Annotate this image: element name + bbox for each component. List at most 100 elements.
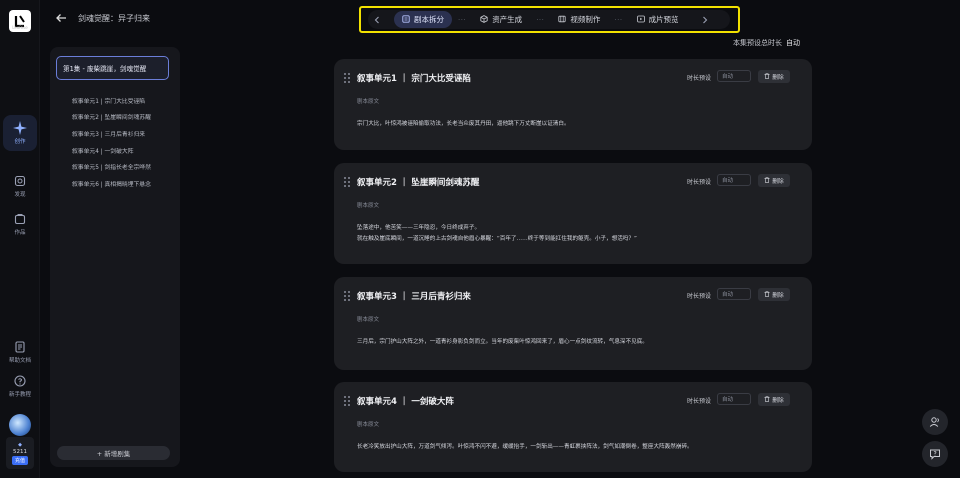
delete-label: 删除: [772, 293, 784, 299]
community-button[interactable]: [922, 409, 948, 435]
unit-list-item[interactable]: 叙事单元4 | 一剑破大阵: [72, 142, 176, 159]
duration-label: 时长预设: [687, 398, 712, 405]
drag-handle-icon[interactable]: [344, 177, 350, 187]
rail-item-label: 发现: [14, 192, 26, 198]
chevron-right-icon[interactable]: [696, 11, 714, 29]
unit-list: 叙事单元1 | 宗门大比受诬陷 叙事单元2 | 坠崖瞬间剑魂苏醒 叙事单元3 |…: [72, 92, 176, 192]
add-episode-button[interactable]: + 新增剧集: [57, 446, 170, 460]
global-duration[interactable]: 本集预设总时长 自动: [733, 38, 800, 48]
workflow-stepper: 剧本拆分 ··· 资产生成 ··· 视频制作 ··· 成片预览: [359, 6, 740, 33]
feedback-button[interactable]: [922, 441, 948, 467]
divider: [750, 396, 751, 403]
card-text: 宗门大比，叶惊鸿被诬陷偷取功法，长老当众废其丹田，逼他跳下万丈断崖以证清白。: [357, 119, 797, 130]
card-text-line: 宗门大比，叶惊鸿被诬陷偷取功法，长老当众废其丹田，逼他跳下万丈断崖以证清白。: [357, 121, 570, 127]
step-script-split[interactable]: 剧本拆分: [394, 11, 452, 28]
narrative-unit-card: 叙事单元3 ｜ 三月后青衫归来 时长预设 自动 删除 剧本原文 三月后，宗门护山…: [334, 277, 812, 370]
card-text-line: 三月后，宗门护山大阵之外，一道青衫身影负剑而立。当年的废柴叶惊鸿回来了，眉心一点…: [357, 339, 648, 345]
step-asset-generation[interactable]: 资产生成: [472, 11, 530, 28]
back-arrow-icon[interactable]: [55, 12, 69, 24]
recharge-button[interactable]: 充值: [11, 455, 28, 465]
avatar[interactable]: [9, 414, 31, 436]
trash-icon: [764, 72, 770, 81]
global-duration-value: 自动: [786, 39, 800, 47]
duration-input[interactable]: 自动: [717, 393, 751, 405]
duration-label: 时长预设: [687, 179, 712, 186]
duration-label: 时长预设: [687, 75, 712, 82]
narrative-unit-card: 叙事单元1 ｜ 宗门大比受诬陷 时长预设 自动 删除 剧本原文 宗门大比，叶惊鸿…: [334, 59, 812, 150]
film-icon: [558, 15, 566, 25]
delete-button[interactable]: 删除: [758, 288, 790, 301]
step-dots: ···: [614, 15, 623, 24]
card-title: 叙事单元4 ｜ 一剑破大阵: [357, 397, 454, 407]
card-text: 三月后，宗门护山大阵之外，一道青衫身影负剑而立。当年的废柴叶惊鸿回来了，眉心一点…: [357, 337, 797, 348]
rail-item-label: 帮助文档: [8, 358, 31, 364]
delete-button[interactable]: 删除: [758, 174, 790, 187]
drag-handle-icon[interactable]: [344, 396, 350, 406]
card-text-line: 坠落途中，他苦笑——三年隐忍，今日终成弃子。: [357, 225, 481, 231]
card-title: 叙事单元1 ｜ 宗门大比受诬陷: [357, 74, 471, 84]
rail-item-works[interactable]: 作品: [3, 206, 37, 242]
rail-item-label: 创作: [14, 139, 26, 145]
step-label: 成片预览: [648, 15, 679, 24]
global-duration-label: 本集预设总时长: [733, 39, 782, 47]
rail-item-help[interactable]: 帮助文档: [3, 334, 37, 370]
step-final-preview[interactable]: 成片预览: [629, 11, 687, 28]
tutorial-icon: [13, 374, 27, 388]
card-title: 叙事单元2 ｜ 坠崖瞬间剑魂苏醒: [357, 178, 480, 188]
diamond-icon: ◆: [18, 441, 22, 448]
sparkle-icon: [13, 121, 27, 135]
discover-icon: [13, 174, 27, 188]
step-dots: ···: [536, 15, 545, 24]
trash-icon: [764, 395, 770, 404]
duration-label: 时长预设: [687, 293, 712, 300]
unit-list-item[interactable]: 叙事单元6 | 真相揭晓埋下悬念: [72, 175, 176, 192]
unit-list-item[interactable]: 叙事单元2 | 坠崖瞬间剑魂苏醒: [72, 109, 176, 126]
app-root: LeoRise 创作 发现 作品 帮助文档 新手教程 ◆ 5211 充值 剑魂觉…: [0, 0, 960, 478]
rail-item-label: 作品: [14, 230, 26, 236]
narrative-unit-card: 叙事单元4 ｜ 一剑破大阵 时长预设 自动 删除 剧本原文 长老冷笑放出护山大阵…: [334, 382, 812, 472]
unit-list-item[interactable]: 叙事单元1 | 宗门大比受诬陷: [72, 92, 176, 109]
page-title: 剑魂觉醒：异子归来: [78, 14, 150, 23]
divider: [750, 73, 751, 80]
unit-list-item[interactable]: 叙事单元5 | 剑指长老全宗哗然: [72, 158, 176, 175]
step-video-production[interactable]: 视频制作: [550, 11, 608, 28]
unit-list-item[interactable]: 叙事单元3 | 三月后青衫归来: [72, 125, 176, 142]
duration-input[interactable]: 自动: [717, 70, 751, 82]
trash-icon: [764, 176, 770, 185]
card-text-line: 就在触及崖底瞬间，一道沉睡的上古剑魂自他眉心暴醒：“百年了……终于等到能扛住我的…: [357, 235, 637, 242]
cube-icon: [480, 14, 488, 25]
user-group-icon: [929, 413, 941, 432]
delete-button[interactable]: 删除: [758, 70, 790, 83]
duration-input[interactable]: 自动: [717, 174, 751, 186]
chat-question-icon: [929, 445, 941, 464]
credit-box: ◆ 5211 充值: [6, 437, 34, 469]
logo-text: LeoRise: [12, 25, 28, 30]
step-dots: ···: [458, 15, 467, 24]
delete-label: 删除: [772, 398, 784, 404]
delete-button[interactable]: 删除: [758, 393, 790, 406]
rail-item-tutorial[interactable]: 新手教程: [3, 368, 37, 404]
card-subtitle: 剧本原文: [357, 203, 380, 209]
duration-input[interactable]: 自动: [717, 288, 751, 300]
card-title: 叙事单元3 ｜ 三月后青衫归来: [357, 292, 471, 302]
card-text: 长老冷笑放出护山大阵，万道剑气倾泻。叶惊鸿不闪不避，缓缓抬手，一剑斩出——青虹裹…: [357, 442, 797, 453]
card-subtitle: 剧本原文: [357, 99, 380, 105]
card-text: 坠落途中，他苦笑——三年隐忍，今日终成弃子。 就在触及崖底瞬间，一道沉睡的上古剑…: [357, 223, 797, 244]
step-label: 资产生成: [492, 15, 523, 24]
card-text-line: 长老冷笑放出护山大阵，万道剑气倾泻。叶惊鸿不闪不避，缓缓抬手，一剑斩出——青虹裹…: [357, 444, 693, 450]
episode-item-selected[interactable]: 第1集 - 废柴跳崖，剑魂觉醒: [56, 56, 169, 80]
chevron-left-icon[interactable]: [368, 11, 386, 29]
trash-icon: [764, 290, 770, 299]
stepper-track: 剧本拆分 ··· 资产生成 ··· 视频制作 ··· 成片预览: [368, 10, 730, 29]
rail-item-label: 新手教程: [8, 392, 31, 398]
script-icon: [402, 14, 410, 25]
play-icon: [636, 15, 645, 25]
card-subtitle: 剧本原文: [357, 422, 380, 428]
rail-item-discover[interactable]: 发现: [3, 168, 37, 204]
divider: [750, 177, 751, 184]
left-rail: LeoRise 创作 发现 作品 帮助文档 新手教程 ◆ 5211 充值: [0, 0, 40, 478]
drag-handle-icon[interactable]: [344, 73, 350, 83]
delete-label: 删除: [772, 179, 784, 185]
drag-handle-icon[interactable]: [344, 291, 350, 301]
rail-item-create[interactable]: 创作: [3, 115, 37, 151]
